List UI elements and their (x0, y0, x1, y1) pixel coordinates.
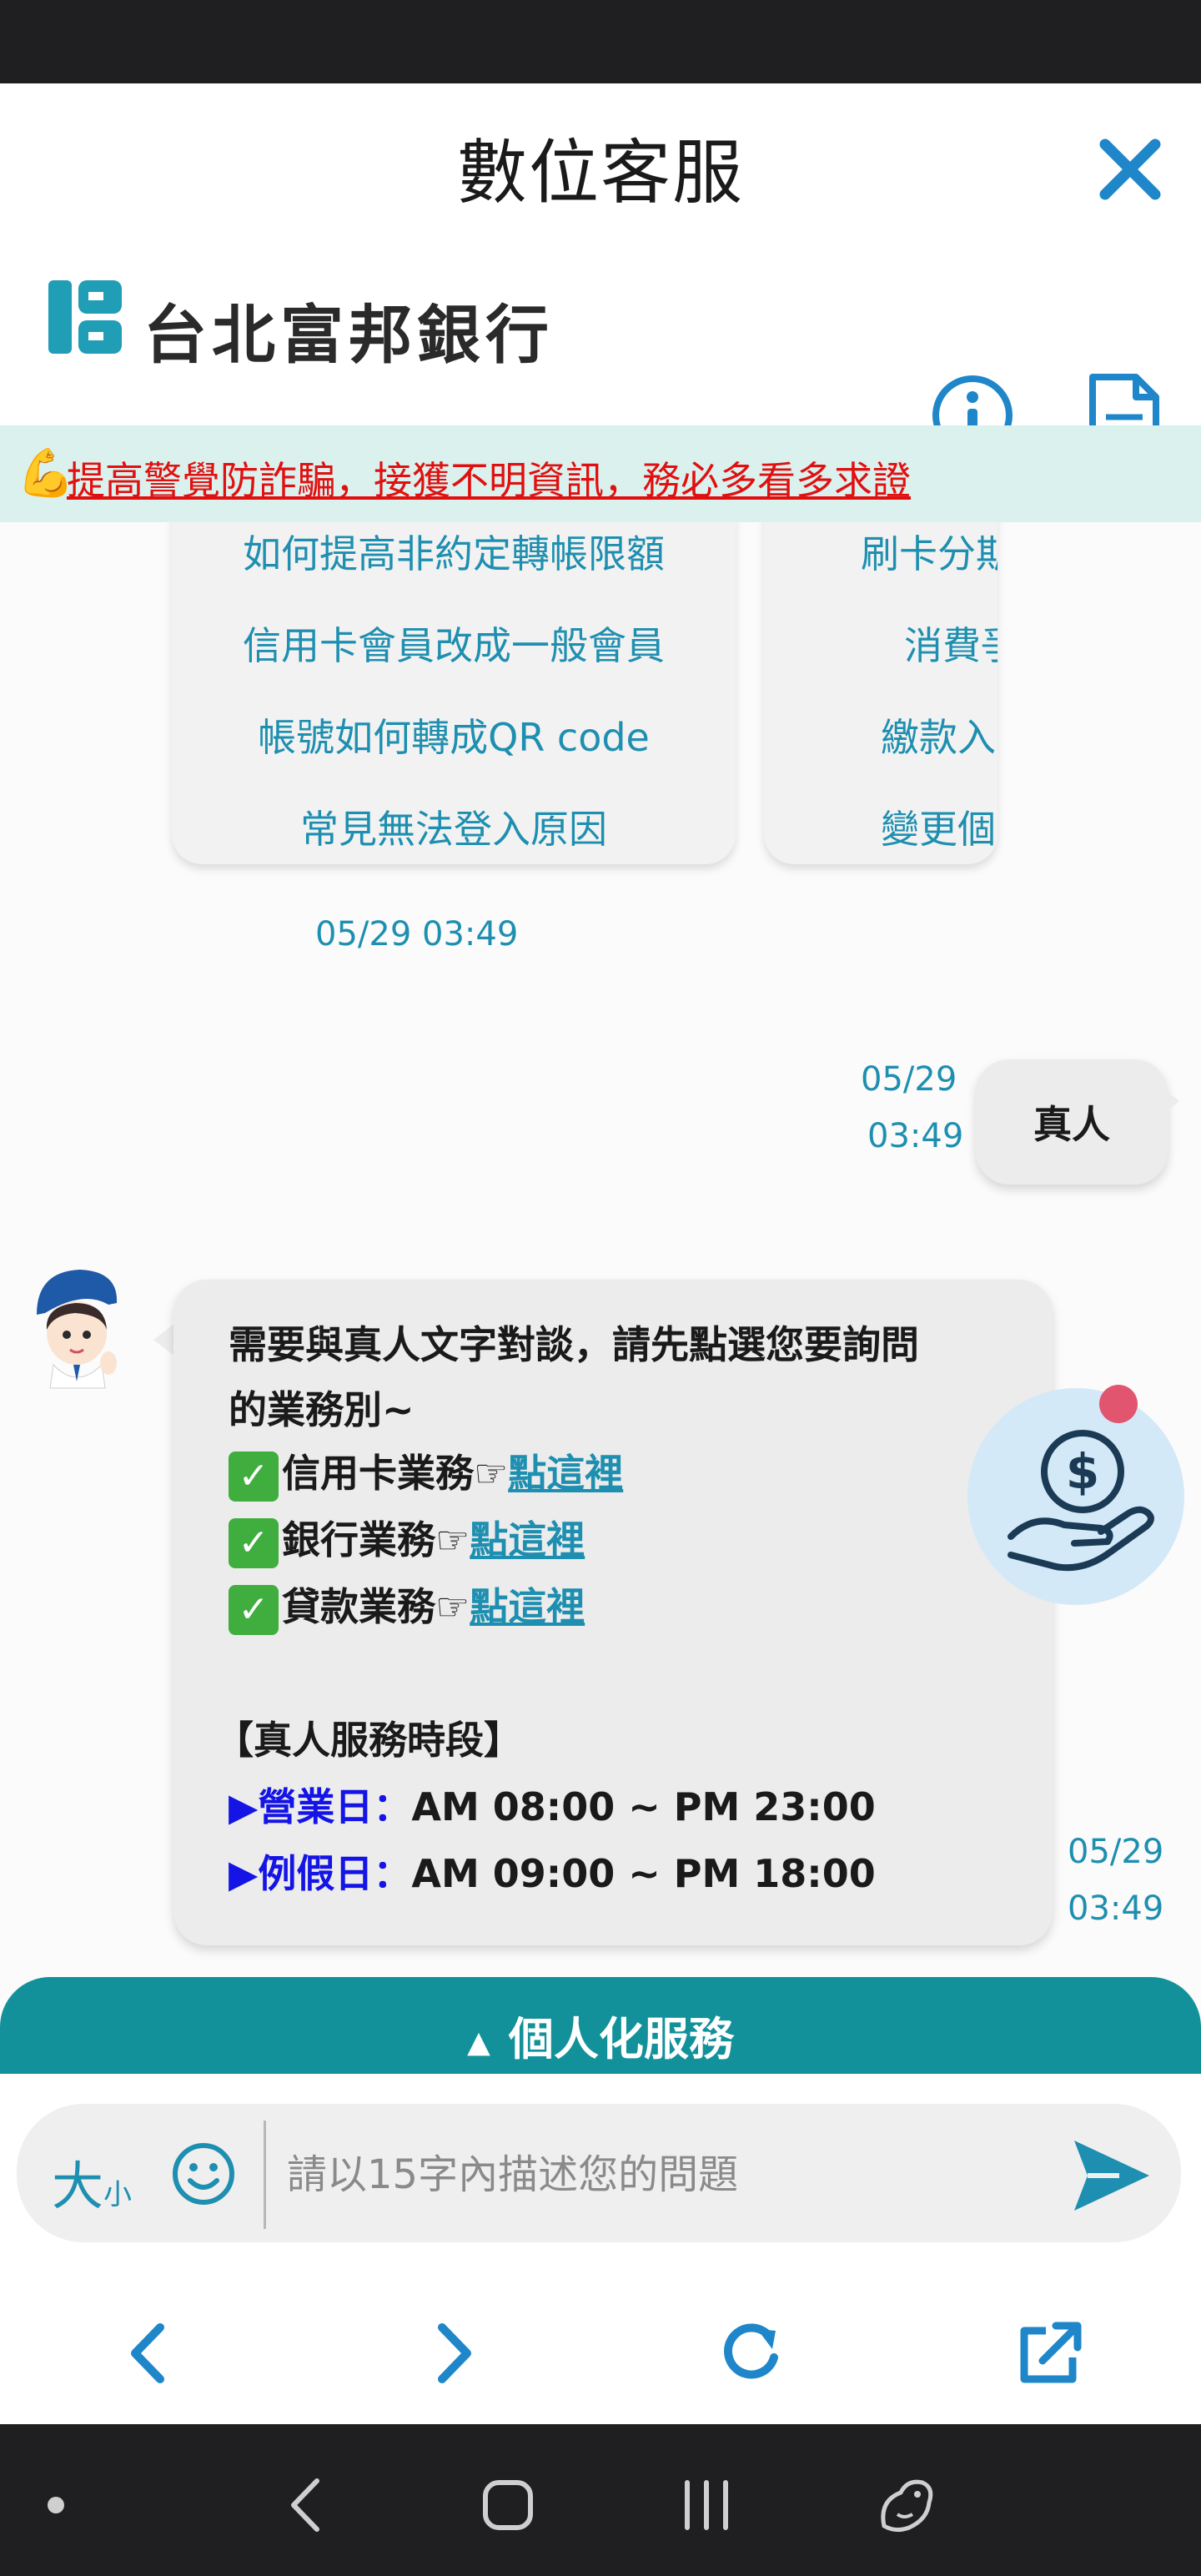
bubble-tail (1161, 1086, 1179, 1116)
faq-card: 如何提高非約定轉帳限額 信用卡會員改成一般會員 帳號如何轉成QR code 常見… (172, 522, 736, 864)
page-title: 數位客服 (456, 132, 744, 214)
send-button[interactable] (1069, 2136, 1153, 2216)
fraud-alert-link[interactable]: 提高警覺防詐騙，接獲不明資訊，務必多看多求證 (67, 450, 911, 506)
smiley-icon (173, 2143, 234, 2205)
recents-icon (685, 2480, 728, 2530)
font-size-small-label: 小 (103, 2178, 133, 2211)
refresh-icon (724, 2323, 778, 2379)
faq-item[interactable]: 如何提高非約定轉帳限額 (172, 524, 736, 579)
refresh-button[interactable] (714, 2316, 789, 2391)
emoji-button[interactable] (170, 2141, 237, 2207)
input-bar: 大小 (17, 2104, 1181, 2242)
system-recents-button[interactable] (669, 2468, 744, 2543)
font-size-large-label: 大 (52, 2156, 104, 2216)
fubon-logo-icon (48, 280, 122, 354)
holiday-hours-value: AM 09:00 ~ PM 18:00 (411, 1851, 876, 1896)
weekday-hours: ▶營業日：AM 08:00 ~ PM 23:00 (229, 1777, 876, 1832)
option-label: 銀行業務☞ (282, 1517, 470, 1562)
notification-dot (1099, 1385, 1138, 1423)
holiday-hours: ▶例假日：AM 09:00 ~ PM 18:00 (229, 1844, 876, 1899)
faq-item[interactable]: 常見無法登入原因 (172, 799, 736, 854)
send-icon (1074, 2141, 1149, 2211)
option-banking: ✓ 銀行業務☞點這裡 (229, 1510, 585, 1568)
option-link[interactable]: 點這裡 (470, 1517, 585, 1562)
open-external-button[interactable] (1013, 2316, 1088, 2391)
dot-indicator (18, 2468, 93, 2543)
option-loan: ✓ 貸款業務☞點這裡 (229, 1577, 585, 1635)
system-home-button[interactable] (470, 2468, 545, 2543)
faq-item[interactable]: 刷卡分期 (861, 524, 997, 579)
faq-item[interactable]: 變更個 (881, 799, 996, 854)
close-icon (1099, 138, 1161, 200)
bot-avatar (25, 1265, 133, 1390)
faq-item[interactable]: 帳號如何轉成QR code (172, 707, 736, 762)
personal-service-text: 個人化服務 (508, 2013, 734, 2065)
message-date: 05/29 (1068, 1833, 1164, 1871)
personal-service-toggle[interactable]: ▲ 個人化服務 (0, 1977, 1201, 2074)
option-link[interactable]: 點這裡 (508, 1451, 623, 1496)
input-area: 大小 (0, 2074, 1201, 2282)
system-back-icon (291, 2478, 319, 2532)
system-nav-bar (0, 2424, 1201, 2576)
message-time: 03:49 (1068, 1889, 1164, 1928)
weekday-label: ▶營業日： (229, 1784, 412, 1829)
check-mark-icon: ✓ (229, 1584, 279, 1635)
chevron-left-icon (131, 2323, 164, 2383)
option-credit-card: ✓ 信用卡業務☞點這裡 (229, 1443, 623, 1502)
bot-message-text: 的業務別~ (229, 1387, 415, 1432)
input-divider (264, 2121, 266, 2229)
chevron-right-icon (438, 2323, 471, 2383)
option-link[interactable]: 點這裡 (470, 1584, 585, 1629)
close-button[interactable] (1084, 123, 1176, 215)
font-size-button[interactable]: 大小 (52, 2144, 132, 2219)
assistant-icon (881, 2479, 933, 2533)
user-message-bubble: 真人 (976, 1059, 1168, 1185)
faq-item[interactable]: 信用卡會員改成一般會員 (172, 616, 736, 671)
faq-item[interactable]: 繳款入 (881, 707, 996, 762)
status-bar (0, 0, 1201, 83)
bank-logo (45, 277, 125, 357)
header: 數位客服 台北富邦銀行 (0, 83, 1201, 459)
check-mark-icon: ✓ (229, 1451, 279, 1502)
holiday-label: ▶例假日： (229, 1851, 412, 1896)
user-message-text: 真人 (1033, 1102, 1110, 1147)
option-label: 信用卡業務☞ (282, 1451, 509, 1496)
faq-item[interactable]: 消費爭 (904, 616, 997, 671)
home-square-icon (483, 2480, 533, 2530)
system-back-button[interactable] (270, 2468, 345, 2543)
chat-input[interactable] (287, 2137, 1054, 2212)
forward-button[interactable] (414, 2316, 489, 2391)
option-label: 貸款業務☞ (282, 1584, 470, 1629)
personal-service-label: ▲ 個人化服務 (0, 2002, 1201, 2068)
svg-text:$: $ (1066, 1443, 1099, 1500)
assistant-button[interactable] (867, 2468, 942, 2543)
check-mark-icon: ✓ (229, 1517, 279, 1568)
browser-nav-bar (0, 2282, 1201, 2424)
faq-card: 刷卡分期 消費爭 繳款入 變更個 (764, 522, 997, 864)
external-link-icon (1020, 2322, 1082, 2383)
caret-up-icon: ▲ (467, 2025, 490, 2060)
hand-coin-icon: $ (1008, 1430, 1154, 1572)
bank-name: 台北富邦銀行 (143, 298, 554, 372)
message-timestamp: 05/29 03:49 (315, 915, 519, 953)
fraud-alert-banner[interactable]: 💪 提高警覺防詐騙，接獲不明資訊，務必多看多求證 (0, 425, 1201, 522)
chat-area[interactable]: 如何提高非約定轉帳限額 信用卡會員改成一般會員 帳號如何轉成QR code 常見… (0, 522, 1201, 1977)
floating-finance-button[interactable]: $ (967, 1388, 1184, 1605)
bot-message-text: 需要與真人文字對談，請先點選您要詢問 (229, 1322, 919, 1367)
message-date: 05/29 (861, 1060, 957, 1099)
dot-icon (48, 2497, 64, 2513)
bot-message-bubble: 需要與真人文字對談，請先點選您要詢問 的業務別~ ✓ 信用卡業務☞點這裡 ✓ 銀行業… (173, 1280, 1053, 1945)
bubble-tail (153, 1323, 175, 1356)
agent-avatar-icon (37, 1270, 118, 1389)
message-time: 03:49 (867, 1117, 964, 1155)
weekday-hours-value: AM 08:00 ~ PM 23:00 (411, 1784, 876, 1829)
back-button[interactable] (113, 2316, 188, 2391)
service-hours-title: 【真人服務時段】 (215, 1718, 522, 1763)
